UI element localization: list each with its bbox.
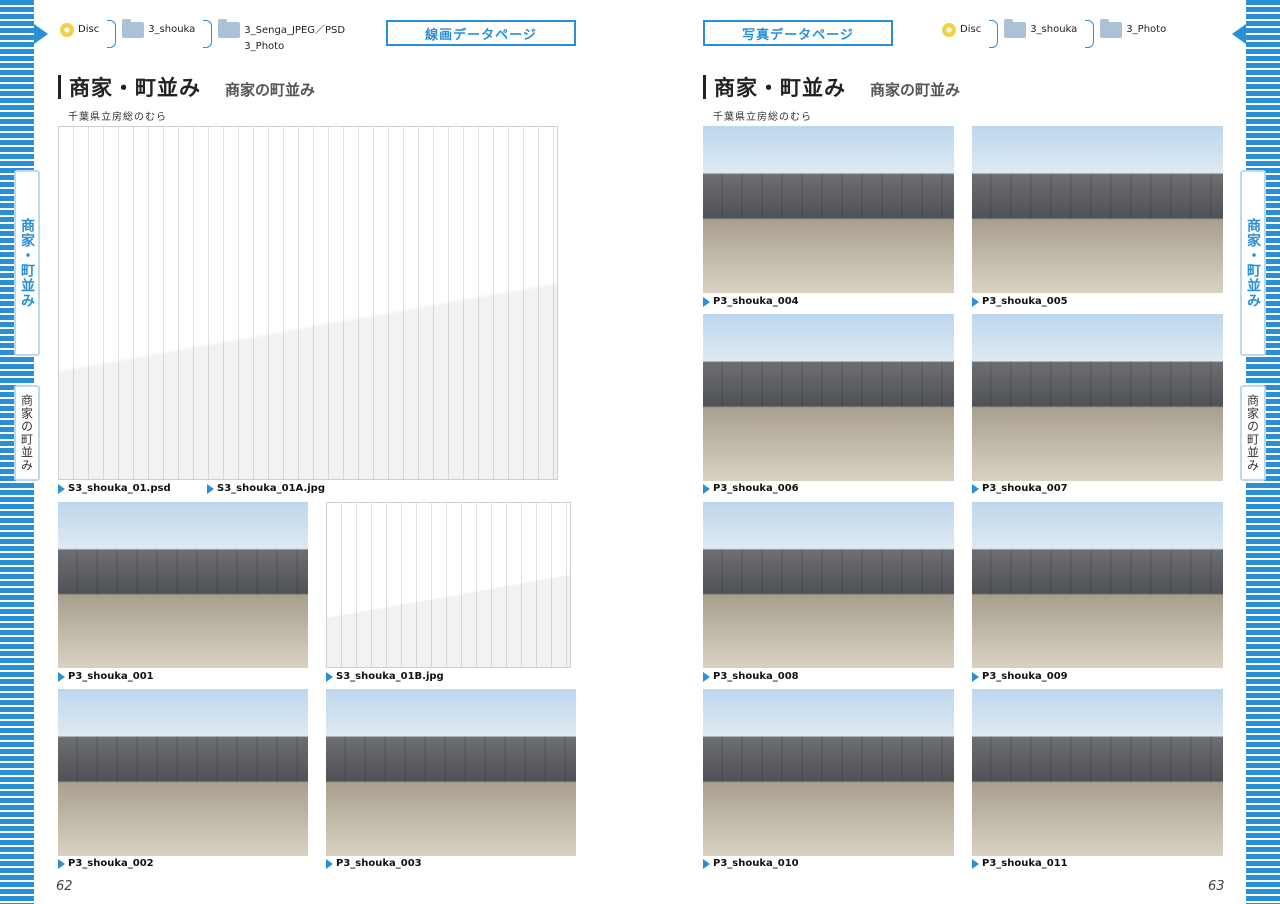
- image-caption: P3_shouka_005: [972, 296, 1068, 307]
- breadcrumb-label: Disc: [960, 24, 982, 35]
- right-breadcrumb: Disc 3_shouka 3_Photo: [942, 19, 1167, 48]
- breadcrumb-separator: [107, 20, 117, 48]
- breadcrumb-item: 3_Photo: [1100, 19, 1167, 38]
- photo-image: [972, 689, 1223, 856]
- breadcrumb-item: 3_shouka: [122, 19, 218, 48]
- folder-icon: [218, 19, 241, 38]
- left-page-marker-arrow: [34, 24, 48, 44]
- breadcrumb-label: 3_shouka: [148, 24, 196, 35]
- right-side-tab-category: 商家・町並み: [1240, 170, 1266, 356]
- image-caption: P3_shouka_009: [972, 671, 1068, 682]
- breadcrumb-separator: [1085, 20, 1095, 48]
- breadcrumb-label: 3_Senga_JPEG／PSD: [244, 25, 346, 36]
- image-caption: S3_shouka_01A.jpg: [207, 483, 325, 494]
- right-page-marker-arrow: [1232, 24, 1246, 44]
- page-title: 商家・町並み: [714, 76, 846, 100]
- photo-image: [58, 502, 308, 668]
- left-side-tab-category: 商家・町並み: [14, 170, 40, 356]
- image-caption: P3_shouka_001: [58, 671, 154, 682]
- image-caption: P3_shouka_007: [972, 483, 1068, 494]
- breadcrumb-item: 3_Senga_JPEG／PSD 3_Photo: [218, 19, 346, 55]
- page-number: 62: [56, 879, 73, 894]
- line-art-image: [58, 126, 558, 480]
- image-caption: P3_shouka_010: [703, 858, 799, 869]
- right-page-type-badge: 写真データページ: [703, 20, 893, 46]
- folder-icon: [122, 19, 145, 38]
- left-page-heading: 商家・町並み 商家の町並み: [58, 72, 315, 102]
- page-number: 63: [1208, 879, 1225, 894]
- location-label: 千葉県立房総のむら: [713, 112, 812, 123]
- breadcrumb-label: 3_shouka: [1030, 24, 1078, 35]
- image-caption: S3_shouka_01.psd: [58, 483, 171, 494]
- breadcrumb-label: 3_Photo: [244, 41, 285, 52]
- line-art-image: [326, 502, 571, 668]
- photo-image: [972, 314, 1223, 481]
- breadcrumb-label: 3_Photo: [1126, 24, 1167, 35]
- heading-bar: [703, 75, 706, 99]
- left-page-type-badge: 線画データページ: [386, 20, 576, 46]
- page-title: 商家・町並み: [69, 76, 201, 100]
- image-caption: P3_shouka_004: [703, 296, 799, 307]
- folder-icon: [1100, 19, 1123, 38]
- breadcrumb-item: Disc: [942, 20, 1004, 48]
- photo-image: [58, 689, 308, 856]
- left-breadcrumb: Disc 3_shouka 3_Senga_JPEG／PSD 3_Photo: [60, 19, 346, 55]
- photo-image: [972, 126, 1223, 293]
- breadcrumb-separator: [989, 20, 999, 48]
- folder-icon: [1004, 19, 1027, 38]
- image-caption: S3_shouka_01B.jpg: [326, 671, 444, 682]
- breadcrumb-item: 3_shouka: [1004, 19, 1100, 48]
- photo-image: [703, 126, 954, 293]
- disc-icon: [60, 23, 74, 37]
- breadcrumb-item: Disc: [60, 20, 122, 48]
- breadcrumb-separator: [203, 20, 213, 48]
- photo-image: [703, 314, 954, 481]
- page-subtitle: 商家の町並み: [225, 81, 316, 99]
- right-side-tab-subcategory: 商家の町並み: [1240, 385, 1266, 481]
- image-caption: P3_shouka_003: [326, 858, 422, 869]
- heading-bar: [58, 75, 61, 99]
- photo-image: [703, 689, 954, 856]
- photo-image: [972, 502, 1223, 668]
- breadcrumb-label: Disc: [78, 24, 100, 35]
- image-caption: P3_shouka_006: [703, 483, 799, 494]
- image-caption: P3_shouka_011: [972, 858, 1068, 869]
- image-caption: P3_shouka_008: [703, 671, 799, 682]
- disc-icon: [942, 23, 956, 37]
- photo-image: [326, 689, 576, 856]
- page-subtitle: 商家の町並み: [870, 81, 961, 99]
- left-side-tab-subcategory: 商家の町並み: [14, 385, 40, 481]
- image-caption: P3_shouka_002: [58, 858, 154, 869]
- right-page-heading: 商家・町並み 商家の町並み: [703, 72, 960, 102]
- photo-image: [703, 502, 954, 668]
- location-label: 千葉県立房総のむら: [68, 112, 167, 123]
